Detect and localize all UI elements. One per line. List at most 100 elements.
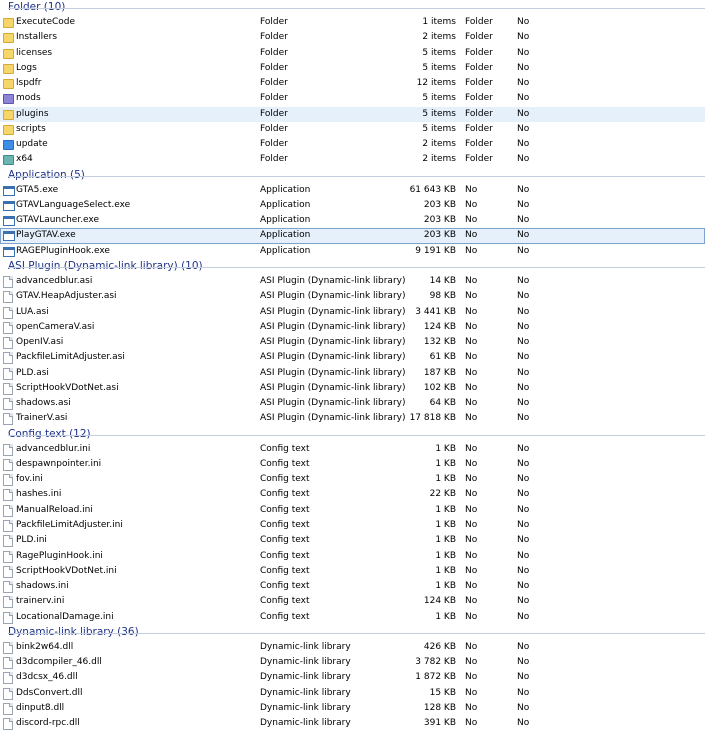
file-name: GTAVLanguageSelect.exe: [16, 199, 131, 210]
file-row[interactable]: ScriptHookVDotNet.asi ASI Plugin (Dynamic…: [0, 381, 705, 396]
file-name: plugins: [16, 108, 49, 119]
column-4-value: No: [465, 458, 478, 469]
file-name: update: [16, 139, 48, 150]
file-row[interactable]: RAGEPluginHook.exe Application 9 191 KB No N…: [0, 244, 705, 259]
file-row[interactable]: scripts Folder 5 items Folder No: [0, 122, 705, 137]
column-5-value: No: [517, 78, 530, 89]
file-name: advancedblur.asi: [16, 275, 93, 286]
group-header[interactable]: Dynamic-link library (36): [0, 624, 705, 640]
file-row[interactable]: LocationalDamage.ini Config text 1 KB No No: [0, 610, 705, 625]
column-5-value: No: [517, 474, 530, 485]
file-row[interactable]: ExecuteCode Folder 1 items Folder No: [0, 15, 705, 30]
file-row[interactable]: advancedblur.asi ASI Plugin (Dynamic-link…: [0, 274, 705, 289]
column-5-value: No: [517, 413, 530, 424]
file-row[interactable]: PackfileLimitAdjuster.asi ASI Plugin (Dyn…: [0, 350, 705, 365]
file-row[interactable]: GTAVLanguageSelect.exe Application 203 KB N…: [0, 198, 705, 213]
column-5-value: No: [517, 565, 530, 576]
file-row[interactable]: advancedblur.ini Config text 1 KB No No: [0, 442, 705, 457]
file-row[interactable]: PackfileLimitAdjuster.ini Config text 1 KB…: [0, 518, 705, 533]
column-5-value: No: [517, 306, 530, 317]
file-name: x64: [16, 154, 33, 165]
file-row[interactable]: ScriptHookVDotNet.ini Config text 1 KB No No: [0, 564, 705, 579]
file-type: Folder: [260, 139, 288, 150]
file-name: d3dcompiler_46.dll: [16, 657, 102, 668]
file-name: TrainerV.asi: [16, 413, 68, 424]
column-4-value: No: [465, 413, 478, 424]
folder-icon: [3, 109, 14, 120]
file-type: Folder: [260, 17, 288, 27]
file-icon: [3, 489, 13, 502]
file-type: Dynamic-link library: [260, 672, 351, 683]
file-size: 64 KB: [429, 398, 456, 409]
file-name: PlayGTAV.exe: [16, 230, 76, 241]
column-5-value: No: [517, 337, 530, 348]
file-row[interactable]: GTAVLauncher.exe Application 203 KB No No: [0, 213, 705, 228]
file-size: 1 KB: [435, 443, 456, 454]
file-icon: [3, 535, 13, 548]
column-4-value: No: [465, 291, 478, 302]
column-5-value: No: [517, 291, 530, 302]
file-row[interactable]: x64 Folder 2 items Folder No: [0, 152, 705, 167]
file-row[interactable]: plugins Folder 5 items Folder No: [0, 106, 705, 122]
file-row[interactable]: dinput8.dll Dynamic-link library 128 KB No N…: [0, 701, 705, 716]
file-type: Config text: [260, 489, 310, 500]
file-icon: [3, 565, 13, 578]
file-name: LUA.asi: [16, 306, 49, 317]
file-row[interactable]: Logs Folder 5 items Folder No: [0, 61, 705, 76]
file-type: Dynamic-link library: [260, 702, 351, 713]
file-name: ManualReload.ini: [16, 504, 93, 515]
file-row[interactable]: Installers Folder 2 items Folder No: [0, 30, 705, 45]
column-4-value: No: [465, 184, 478, 195]
file-row[interactable]: GTA5.exe Application 61 643 KB No No: [0, 183, 705, 198]
file-row[interactable]: openCameraV.asi ASI Plugin (Dynamic-link …: [0, 320, 705, 335]
file-row[interactable]: d3dcompiler_46.dll Dynamic-link library 3 …: [0, 655, 705, 670]
column-5-value: No: [517, 519, 530, 530]
file-row[interactable]: GTAV.HeapAdjuster.asi ASI Plugin (Dynamic…: [0, 289, 705, 304]
file-row[interactable]: hashes.ini Config text 22 KB No No: [0, 487, 705, 502]
file-row[interactable]: OpenIV.asi ASI Plugin (Dynamic-link libra…: [0, 335, 705, 350]
group-header[interactable]: Folder (10): [0, 0, 705, 15]
file-row[interactable]: discord-rpc.dll Dynamic-link library 391 K…: [0, 716, 705, 731]
group-header[interactable]: Config text (12): [0, 426, 705, 442]
file-row[interactable]: ManualReload.ini Config text 1 KB No No: [0, 503, 705, 518]
file-row[interactable]: PlayGTAV.exe Application 203 KB No No: [0, 228, 705, 244]
file-type: Application: [260, 215, 311, 226]
file-size: 2 items: [422, 139, 456, 150]
file-size: 391 KB: [423, 718, 456, 729]
file-row[interactable]: DdsConvert.dll Dynamic-link library 15 KB N…: [0, 686, 705, 701]
file-row[interactable]: d3dcsx_46.dll Dynamic-link library 1 872 K…: [0, 670, 705, 685]
file-row[interactable]: shadows.ini Config text 1 KB No No: [0, 579, 705, 594]
file-row[interactable]: TrainerV.asi ASI Plugin (Dynamic-link lib…: [0, 411, 705, 426]
group-header[interactable]: Application (5): [0, 167, 705, 183]
column-5-value: No: [517, 672, 530, 683]
file-row[interactable]: shadows.asi ASI Plugin (Dynamic-link libr…: [0, 396, 705, 411]
file-row[interactable]: update Folder 2 items Folder No: [0, 137, 705, 152]
column-5-value: No: [517, 458, 530, 469]
file-row[interactable]: licenses Folder 5 items Folder No: [0, 46, 705, 61]
file-size: 3 441 KB: [415, 306, 456, 317]
file-type: Folder: [260, 47, 288, 58]
group-header[interactable]: ASI Plugin (Dynamic-link library) (10): [0, 258, 705, 274]
column-5-value: No: [517, 47, 530, 58]
file-row[interactable]: mods Folder 5 items Folder No: [0, 91, 705, 106]
file-list: Folder (10) ExecuteCode Folder 1 items Folde…: [0, 0, 705, 731]
file-row[interactable]: bink2w64.dll Dynamic-link library 426 KB No…: [0, 640, 705, 655]
file-row[interactable]: fov.ini Config text 1 KB No No: [0, 472, 705, 487]
file-size: 22 KB: [429, 489, 456, 500]
file-row[interactable]: LUA.asi ASI Plugin (Dynamic-link library)…: [0, 305, 705, 320]
file-row[interactable]: PLD.asi ASI Plugin (Dynamic-link library)…: [0, 366, 705, 381]
file-size: 1 KB: [435, 474, 456, 485]
file-row[interactable]: RagePluginHook.ini Config text 1 KB No No: [0, 549, 705, 564]
file-row[interactable]: PLD.ini Config text 1 KB No No: [0, 533, 705, 548]
file-size: 1 KB: [435, 535, 456, 546]
file-row[interactable]: trainerv.ini Config text 124 KB No No: [0, 594, 705, 609]
folder-icon: [3, 33, 14, 44]
group-divider: [8, 8, 705, 9]
file-type: Folder: [260, 108, 288, 119]
file-type: Dynamic-link library: [260, 657, 351, 668]
column-4-value: No: [465, 245, 478, 256]
file-row[interactable]: despawnpointer.ini Config text 1 KB No No: [0, 457, 705, 472]
folder-blue-icon: [3, 140, 14, 151]
column-4-value: No: [465, 702, 478, 713]
file-row[interactable]: lspdfr Folder 12 items Folder No: [0, 76, 705, 91]
